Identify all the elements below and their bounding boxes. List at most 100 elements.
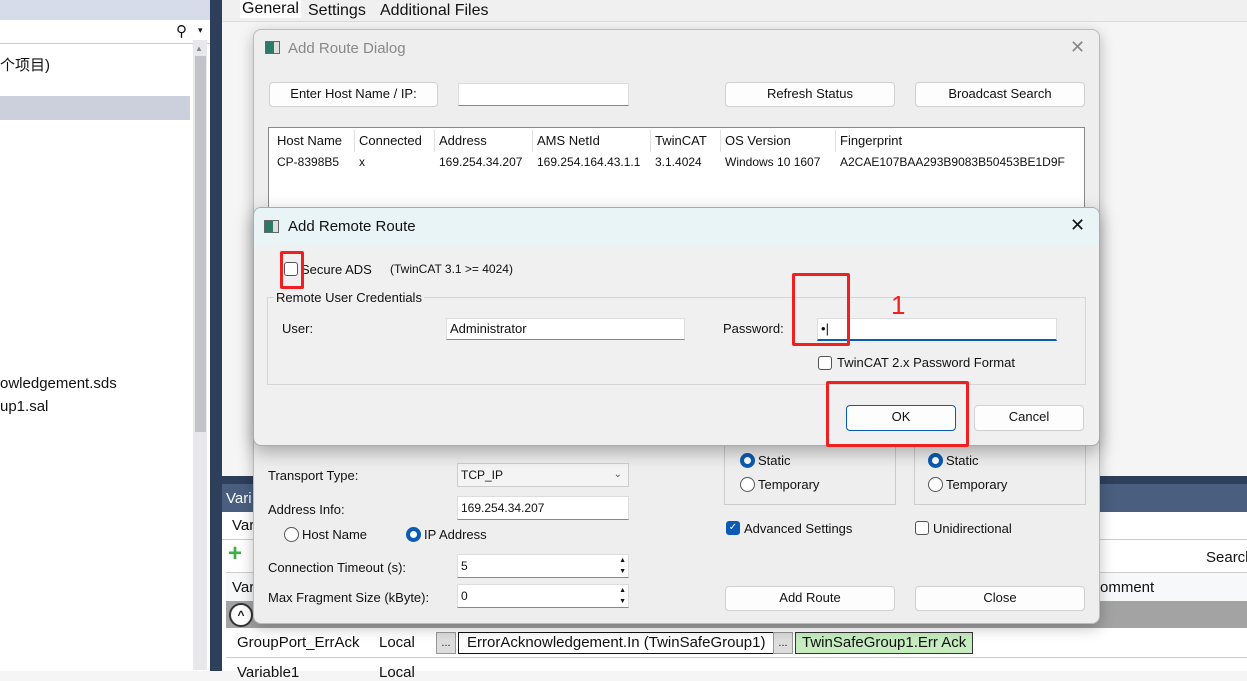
table-cell: CP-8398B5 (277, 155, 340, 169)
link-output[interactable]: TwinSafeGroup1.Err Ack (795, 632, 973, 654)
tab-general[interactable]: General (240, 0, 301, 18)
remote-static-radio[interactable] (928, 453, 943, 468)
browse-button[interactable]: ... (436, 632, 456, 654)
variable-name[interactable]: Variable1 (237, 664, 299, 681)
search-icon[interactable]: ⚲ (176, 22, 187, 40)
search-box[interactable]: ⚲ ▾ (0, 20, 210, 44)
unidirectional-checkbox[interactable] (915, 521, 929, 535)
host-table[interactable]: Host Name Connected Address AMS NetId TwinCA… (268, 127, 1085, 217)
ip-address-radio[interactable] (406, 527, 421, 542)
tree-item[interactable]: 个项目) (0, 54, 50, 75)
link-input[interactable]: ErrorAcknowledgement.In (TwinSafeGroup1) (458, 632, 780, 654)
column-header[interactable]: Connected (359, 133, 422, 148)
add-route-button[interactable]: Add Route (725, 586, 895, 611)
splitter[interactable] (210, 0, 222, 671)
password-input[interactable]: •| (817, 318, 1057, 341)
remote-route-type-group (914, 440, 1086, 505)
annotation-box-secure-ads (280, 251, 304, 289)
temporary-radio-label[interactable]: Temporary (758, 477, 819, 492)
remote-temporary-radio-label[interactable]: Temporary (946, 477, 1007, 492)
enter-host-button[interactable]: Enter Host Name / IP: (269, 82, 438, 107)
close-button[interactable]: Close (915, 586, 1085, 611)
tc2-password-format-label[interactable]: TwinCAT 2.x Password Format (837, 355, 1015, 370)
tab-additional-files[interactable]: Additional Files (380, 2, 489, 20)
column-header[interactable]: TwinCAT (655, 133, 707, 148)
host-name-radio[interactable] (284, 527, 299, 542)
cancel-button[interactable]: Cancel (974, 405, 1084, 431)
annotation-number: 1 (891, 290, 906, 320)
chevron-down-icon[interactable]: ▾ (198, 25, 203, 36)
host-input[interactable] (458, 83, 629, 106)
static-radio-label[interactable]: Static (758, 453, 791, 468)
fragment-stepper[interactable]: 0 ▲ ▼ (457, 584, 629, 608)
stepper-arrows-icon[interactable]: ▲ ▼ (619, 585, 626, 607)
solution-explorer: ⚲ ▾ 个项目) owledgement.sds up1.sal ▲ (0, 0, 210, 671)
unidirectional-label[interactable]: Unidirectional (933, 521, 1012, 536)
password-label: Password: (723, 321, 784, 336)
remote-static-radio-label[interactable]: Static (946, 453, 979, 468)
address-label: Address Info: (268, 502, 345, 517)
app-icon (265, 41, 280, 54)
tree-item[interactable]: owledgement.sds (0, 375, 117, 392)
variable-scope: Local (379, 664, 415, 681)
credentials-group (267, 297, 1086, 385)
tab-strip: General Settings Additional Files (222, 0, 1247, 22)
column-header[interactable]: AMS NetId (537, 133, 600, 148)
variable-name[interactable]: GroupPort_ErrAck (237, 634, 360, 651)
advanced-settings-label[interactable]: Advanced Settings (744, 521, 852, 536)
column-header-comment: omment (1100, 579, 1155, 596)
timeout-stepper[interactable]: 5 ▲ ▼ (457, 554, 629, 578)
column-header[interactable]: Host Name (277, 133, 342, 148)
temporary-radio[interactable] (740, 477, 755, 492)
close-icon[interactable]: ✕ (1070, 215, 1085, 236)
user-label: User: (282, 321, 314, 336)
credentials-group-label: Remote User Credentials (274, 290, 424, 305)
title-bar: Add Remote Route ✕ (254, 208, 1099, 246)
annotation-box-password (792, 273, 850, 346)
add-remote-route-dialog: Add Remote Route ✕ Secure ADS (TwinCAT 3… (253, 207, 1100, 446)
tc2-password-format-checkbox[interactable] (818, 356, 832, 370)
collapse-icon[interactable]: ^ (229, 603, 253, 627)
tab-settings[interactable]: Settings (308, 2, 366, 20)
search-label: Search (1206, 549, 1247, 566)
chevron-down-icon: ⌄ (613, 469, 622, 480)
browse-button[interactable]: ... (773, 632, 793, 654)
close-icon[interactable]: ✕ (1070, 37, 1085, 58)
ip-address-radio-label[interactable]: IP Address (424, 527, 487, 542)
static-radio[interactable] (740, 453, 755, 468)
app-icon (264, 220, 279, 233)
refresh-status-button[interactable]: Refresh Status (725, 82, 895, 107)
timeout-label: Connection Timeout (s): (268, 560, 407, 575)
table-cell: x (359, 155, 365, 169)
tab-variables[interactable]: Var (232, 517, 254, 534)
scroll-up-icon[interactable]: ▲ (195, 44, 203, 53)
column-header[interactable]: Address (439, 133, 487, 148)
transport-label: Transport Type: (268, 468, 359, 483)
column-header: Var (232, 579, 255, 596)
table-cell: A2CAE107BAA293B9083B50453BE1D9F (840, 155, 1065, 169)
table-cell: 169.254.164.43.1.1 (537, 155, 641, 169)
secure-ads-label[interactable]: Secure ADS (301, 262, 372, 277)
route-type-group (724, 440, 896, 505)
column-header[interactable]: Fingerprint (840, 133, 902, 148)
selected-tree-row[interactable] (0, 96, 190, 120)
advanced-settings-checkbox[interactable]: ✓ (726, 521, 740, 535)
stepper-arrows-icon[interactable]: ▲ ▼ (619, 555, 626, 577)
table-cell: Windows 10 1607 (725, 155, 821, 169)
variable-scope: Local (379, 634, 415, 651)
broadcast-search-button[interactable]: Broadcast Search (915, 82, 1085, 107)
tree-item[interactable]: up1.sal (0, 398, 48, 415)
column-header[interactable]: OS Version (725, 133, 791, 148)
transport-select[interactable]: TCP_IP ⌄ (457, 463, 629, 487)
remote-temporary-radio[interactable] (928, 477, 943, 492)
add-icon[interactable]: + (228, 540, 242, 568)
fragment-label: Max Fragment Size (kByte): (268, 590, 430, 605)
table-row[interactable]: CP-8398B5 x 169.254.34.207 169.254.164.43.1… (269, 152, 1084, 174)
address-input[interactable]: 169.254.34.207 (457, 496, 629, 520)
table-cell: 169.254.34.207 (439, 155, 523, 169)
scrollbar[interactable]: ▲ (193, 40, 207, 670)
user-input[interactable]: Administrator (446, 318, 685, 340)
dialog-title: Add Route Dialog (288, 40, 406, 57)
secure-ads-note: (TwinCAT 3.1 >= 4024) (390, 262, 513, 276)
host-name-radio-label[interactable]: Host Name (302, 527, 367, 542)
